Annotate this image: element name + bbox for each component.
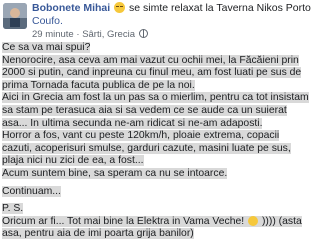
post-title-line: Bobonete Mihai se simte relaxat la Taver… — [32, 2, 311, 15]
feeling-text: se simte relaxat la Taverna Nikos Porto — [129, 2, 311, 14]
facebook-post: Bobonete Mihai se simte relaxat la Taver… — [0, 0, 312, 252]
ps-text-before: Oricum ar fi... Tot mai bine la Elektra … — [2, 215, 245, 227]
paragraph-intro: Ce sa va mai spui? — [2, 42, 91, 53]
post-header: Bobonete Mihai se simte relaxat la Taver… — [0, 0, 312, 42]
post-meta: 29 minute · Sârti, Grecia — [32, 29, 149, 41]
relaxed-emoji-icon — [114, 2, 126, 13]
paragraph-4: Acum suntem bine, sa speram ca nu se int… — [2, 167, 228, 179]
author-name[interactable]: Bobonete Mihai — [32, 2, 110, 14]
place-name-continued[interactable]: Coufo. — [32, 15, 63, 28]
paragraph-2: Aici in Grecia am fost la un pas sa o mi… — [2, 92, 309, 129]
ps-label: P. S. — [2, 203, 24, 215]
grinning-emoji-icon — [248, 215, 259, 226]
meta-separator: · — [76, 29, 80, 40]
paragraph-1: Nenorocire, asa ceva am mai vazut cu och… — [2, 54, 302, 91]
avatar-photo-icon — [3, 3, 27, 29]
continued-text: Continuam... — [2, 185, 61, 197]
post-time[interactable]: 29 minute — [32, 29, 74, 40]
paragraph-3: Horror a fos, vant cu peste 120km/h, plo… — [2, 130, 291, 167]
location-text[interactable]: Sârti, Grecia — [82, 29, 135, 40]
author-avatar[interactable] — [3, 3, 27, 29]
globe-icon — [138, 29, 148, 38]
post-body: Ce sa va mai spui? Nenorocire, asa ceva … — [2, 42, 312, 241]
